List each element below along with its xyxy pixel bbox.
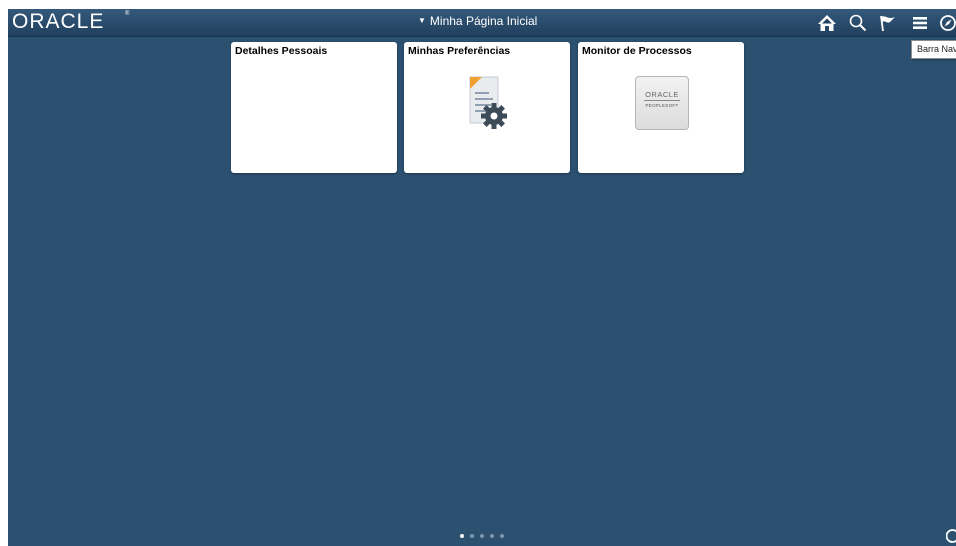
tile-title: Minhas Preferências	[408, 45, 511, 57]
logo-oracle-text: ORACLE	[645, 90, 679, 99]
app-frame: ORACLE ® ▼ Minha Página Inicial Barra Na…	[8, 9, 956, 546]
logo-text: ORACLE	[12, 10, 105, 33]
menu-icon[interactable]	[910, 13, 930, 33]
navbar-icon[interactable]	[938, 13, 956, 33]
page-title-dropdown[interactable]: ▼ Minha Página Inicial	[418, 14, 537, 28]
tile-title: Monitor de Processos	[582, 45, 692, 57]
home-icon[interactable]	[817, 13, 837, 33]
flag-icon[interactable]	[878, 13, 898, 33]
top-banner: ORACLE ® ▼ Minha Página Inicial	[8, 9, 956, 37]
tile-detalhes-pessoais[interactable]: Detalhes Pessoais	[231, 42, 397, 173]
search-icon[interactable]	[848, 13, 868, 33]
navbar-tooltip: Barra Nav	[911, 40, 956, 59]
logo-peoplesoft-text: PEOPLESOFT	[645, 103, 679, 108]
page-dot-2[interactable]	[470, 534, 474, 538]
page-dot-3[interactable]	[480, 534, 484, 538]
tile-minhas-preferencias[interactable]: Minhas Preferências	[404, 42, 570, 173]
caret-down-icon: ▼	[418, 16, 426, 25]
registered-mark: ®	[125, 11, 130, 17]
tile-title: Detalhes Pessoais	[235, 45, 328, 57]
page-title: Minha Página Inicial	[429, 14, 538, 28]
page-dot-1[interactable]	[460, 534, 464, 538]
page-indicator	[460, 534, 504, 538]
tile-monitor-de-processos[interactable]: Monitor de Processos ORACLE PEOPLESOFT	[578, 42, 744, 173]
oracle-peoplesoft-logo: ORACLE PEOPLESOFT	[635, 76, 689, 130]
document-gear-icon	[469, 76, 507, 129]
logo-divider	[644, 100, 680, 101]
page-dot-4[interactable]	[490, 534, 494, 538]
refresh-icon[interactable]	[946, 528, 956, 544]
page-dot-5[interactable]	[500, 534, 504, 538]
